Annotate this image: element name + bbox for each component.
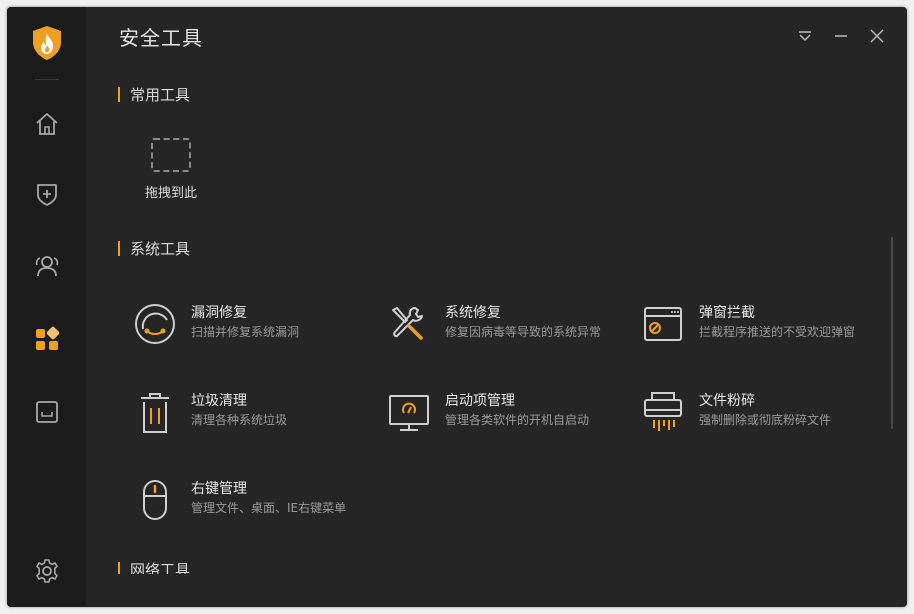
close-icon [870, 29, 884, 43]
home-icon [36, 113, 58, 135]
tool-name: 系统修复 [445, 305, 501, 321]
drop-zone-label: 拖拽到此 [144, 186, 197, 201]
tool-name: 启动项管理 [445, 393, 515, 409]
tool-junk-cleanup[interactable]: 垃圾清理 清理各种系统垃圾 [133, 386, 363, 446]
section-title-system-tools: 系统工具 [118, 238, 190, 259]
tool-description: 管理文件、桌面、IE右键菜单 [191, 501, 347, 515]
tool-name: 右键管理 [191, 481, 247, 497]
page-title: 安全工具 [119, 26, 203, 50]
sidebar-item-users[interactable] [30, 249, 64, 283]
tray-icon [36, 401, 58, 423]
scrollbar[interactable] [891, 237, 893, 429]
section-title-common-tools: 常用工具 [118, 84, 190, 105]
menu-button[interactable] [794, 25, 816, 47]
tool-vulnerability-fix[interactable]: 漏洞修复 扫描并修复系统漏洞 [133, 298, 363, 358]
mouse-icon [143, 480, 167, 520]
drop-target-box [151, 138, 191, 172]
sidebar [7, 7, 86, 607]
sidebar-divider [35, 79, 59, 80]
settings-button[interactable] [30, 554, 64, 588]
minimize-button[interactable] [830, 25, 852, 47]
tool-description: 管理各类软件的开机自启动 [445, 413, 590, 427]
shredder-icon [644, 392, 682, 431]
section-clip: 网络工具 [118, 559, 907, 574]
tool-context-menu-manager[interactable]: 右键管理 管理文件、桌面、IE右键菜单 [133, 474, 363, 534]
tool-name: 漏洞修复 [191, 305, 247, 321]
sidebar-item-tools[interactable] [30, 322, 64, 356]
shield-plus-icon [37, 184, 57, 206]
section-title-network-tools: 网络工具 [118, 559, 190, 574]
tool-description: 清理各种系统垃圾 [191, 413, 288, 427]
sidebar-item-tray[interactable] [30, 395, 64, 429]
tool-description: 拦截程序推送的不受欢迎弹窗 [699, 325, 856, 339]
main-panel: 安全工具 常用工具 拖拽到此 系统工具 漏洞修复 扫描并修复系统漏洞 系统修复 … [86, 7, 907, 607]
tool-name: 文件粉碎 [699, 393, 755, 409]
tool-name: 弹窗拦截 [699, 305, 755, 321]
tool-description: 强制删除或彻底粉碎文件 [699, 413, 832, 427]
tool-startup-manager[interactable]: 启动项管理 管理各类软件的开机自启动 [387, 386, 617, 446]
close-button[interactable] [866, 25, 888, 47]
tool-description: 扫描并修复系统漏洞 [191, 325, 300, 339]
app-logo-icon [31, 25, 63, 61]
trash-icon [141, 393, 169, 433]
tool-popup-block[interactable]: 弹窗拦截 拦截程序推送的不受欢迎弹窗 [641, 298, 871, 358]
tool-description: 修复因病毒等导致的系统异常 [445, 325, 602, 339]
startup-monitor-icon [389, 395, 429, 431]
wrench-screwdriver-icon [392, 307, 423, 340]
vulnerability-fix-icon [135, 304, 175, 344]
minimize-icon [835, 35, 847, 37]
tool-file-shredder[interactable]: 文件粉碎 强制删除或彻底粉碎文件 [641, 386, 871, 446]
sidebar-item-protection[interactable] [30, 177, 64, 211]
apps-icon [36, 326, 60, 350]
tool-name: 垃圾清理 [191, 393, 247, 409]
gear-icon [36, 559, 58, 583]
sidebar-item-home[interactable] [30, 107, 64, 141]
users-icon [35, 256, 59, 277]
tool-system-repair[interactable]: 系统修复 修复因病毒等导致的系统异常 [387, 298, 617, 358]
drop-zone[interactable]: 拖拽到此 [141, 138, 201, 201]
app-window: 安全工具 常用工具 拖拽到此 系统工具 漏洞修复 扫描并修复系统漏洞 系统修复 … [7, 7, 907, 607]
popup-block-icon [644, 307, 682, 341]
menu-icon [799, 31, 811, 41]
